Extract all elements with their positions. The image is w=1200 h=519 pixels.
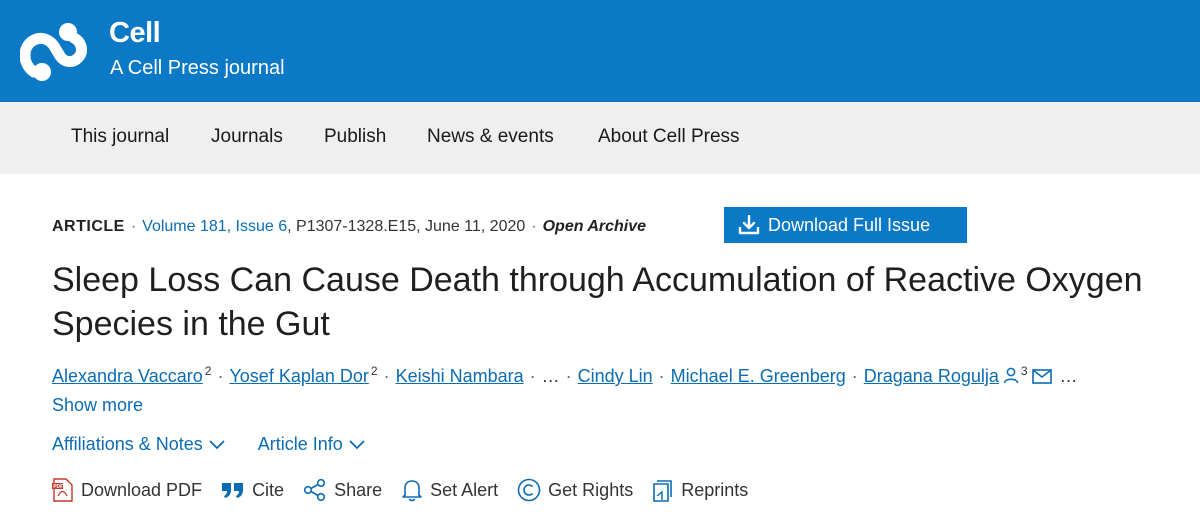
authors-ellipsis: … [1059, 366, 1078, 386]
nav-this-journal[interactable]: This journal [71, 126, 169, 148]
separator: · [217, 366, 224, 386]
share-label: Share [334, 479, 383, 500]
cite-label: Cite [252, 479, 285, 500]
author-link[interactable]: Cindy Lin [578, 366, 653, 386]
authors-ellipsis: … [541, 366, 560, 386]
main-nav: This journal Journals Publish News & eve… [0, 102, 1200, 174]
volume-issue-link[interactable]: Volume 181, Issue 6 [142, 218, 287, 235]
article-expanders: Affiliations & Notes Article Info [52, 434, 393, 455]
affiliations-notes-label: Affiliations & Notes [52, 434, 203, 454]
brand-title[interactable]: Cell [109, 17, 161, 50]
article-meta: ARTICLE · Volume 181, Issue 6, P1307-1328.… [52, 218, 646, 236]
separator: · [130, 218, 137, 235]
pdf-icon: PDF [52, 478, 74, 502]
author-affiliation-sup: 2 [370, 364, 378, 378]
bell-icon [401, 478, 423, 502]
author-link[interactable]: Keishi Nambara [396, 366, 524, 386]
reprints-label: Reprints [681, 479, 749, 500]
set-alert-button[interactable]: Set Alert [401, 478, 498, 502]
svg-text:PDF: PDF [53, 484, 63, 490]
download-pdf-label: Download PDF [81, 479, 203, 500]
author-link[interactable]: Dragana Rogulja [864, 366, 999, 386]
cell-logo[interactable] [20, 16, 92, 86]
author-list: Alexandra Vaccaro 2 · Yosef Kaplan Dor 2 · Kei… [52, 364, 1078, 387]
open-archive-label: Open Archive [542, 218, 647, 235]
author-affiliation-sup: 2 [204, 364, 212, 378]
email-icon[interactable] [1031, 369, 1052, 384]
nav-journals[interactable]: Journals [211, 126, 283, 148]
author-link[interactable]: Alexandra Vaccaro [52, 366, 203, 386]
article-actions: PDF Download PDF Cite Share Set Alert Ge… [52, 478, 767, 502]
share-button[interactable]: Share [303, 478, 382, 502]
chevron-down-icon [209, 439, 225, 449]
show-more-link[interactable]: Show more [52, 395, 143, 416]
nav-news-events[interactable]: News & events [427, 126, 554, 148]
share-icon [303, 478, 327, 502]
separator: · [383, 366, 390, 386]
download-pdf-button[interactable]: PDF Download PDF [52, 478, 202, 502]
author-link[interactable]: Yosef Kaplan Dor [229, 366, 368, 386]
site-header: Cell A Cell Press journal [0, 0, 1200, 102]
reprints-icon [652, 478, 674, 502]
chevron-down-icon [349, 439, 365, 449]
reprints-button[interactable]: Reprints [652, 478, 748, 502]
separator: · [658, 366, 665, 386]
separator: · [531, 218, 537, 235]
person-icon [1003, 367, 1019, 384]
set-alert-label: Set Alert [430, 479, 499, 500]
author-affiliation-sup: 3 [1020, 364, 1028, 378]
separator: · [529, 366, 536, 386]
author-link[interactable]: Michael E. Greenberg [671, 366, 846, 386]
quote-icon [221, 481, 245, 499]
nav-publish[interactable]: Publish [324, 126, 386, 148]
download-full-issue-button[interactable]: Download Full Issue [724, 207, 967, 243]
article-type: ARTICLE [52, 218, 125, 235]
get-rights-label: Get Rights [548, 479, 634, 500]
article-info-toggle[interactable]: Article Info [258, 434, 365, 455]
get-rights-button[interactable]: Get Rights [517, 478, 633, 502]
cite-button[interactable]: Cite [221, 480, 284, 501]
separator: · [565, 366, 572, 386]
article-info-label: Article Info [257, 434, 343, 454]
download-full-issue-label: Download Full Issue [768, 214, 931, 235]
nav-about-cell-press[interactable]: About Cell Press [598, 126, 740, 148]
affiliations-notes-toggle[interactable]: Affiliations & Notes [52, 434, 225, 455]
separator: · [851, 366, 858, 386]
download-icon [738, 215, 760, 235]
pages: , P1307-1328.E15, June 11, 2020 [287, 218, 526, 235]
article-title: Sleep Loss Can Cause Death through Accum… [52, 261, 1143, 343]
copyright-icon [517, 478, 541, 502]
brand-subtitle: A Cell Press journal [110, 57, 285, 79]
